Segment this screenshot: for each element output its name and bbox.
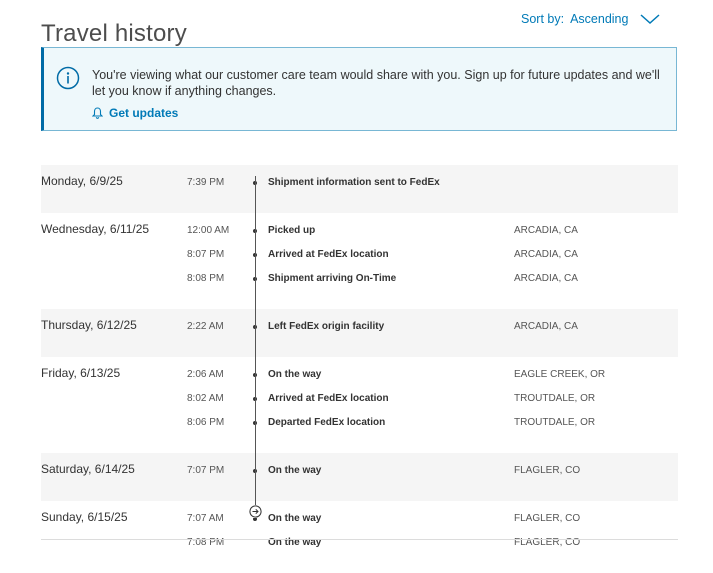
event-time: 2:06 AM <box>187 369 224 380</box>
event-location: TROUTDALE, OR <box>514 417 596 428</box>
history-row: 8:02 AM Arrived at FedEx location TROUTDAL… <box>41 393 678 417</box>
history-row: Thursday, 6/12/25 2:22 AM Left FedEx origi… <box>41 318 678 345</box>
info-icon <box>56 66 80 90</box>
history-day-group: Friday, 6/13/25 2:06 AM On the way EAGLE CR… <box>41 357 678 453</box>
event-location: FLAGLER, CO <box>514 465 581 476</box>
history-date: Sunday, 6/15/25 <box>41 510 128 524</box>
event-time: 12:00 AM <box>187 225 230 236</box>
event-time: 2:22 AM <box>187 321 224 332</box>
page-title: Travel history <box>41 20 187 48</box>
event-description: Arrived at FedEx location <box>268 393 389 404</box>
banner-message: You're viewing what our customer care te… <box>92 68 660 98</box>
history-row: Sunday, 6/15/25 7:07 AM On the way FLAGLER,… <box>41 510 678 537</box>
history-date: Thursday, 6/12/25 <box>41 318 137 332</box>
event-time: 8:08 PM <box>187 273 225 284</box>
travel-history-list: Monday, 6/9/25 7:39 PM Shipment informatio… <box>41 165 678 573</box>
history-row: Saturday, 6/14/25 7:07 PM On the way FLAGLE… <box>41 462 678 489</box>
history-row: Monday, 6/9/25 7:39 PM Shipment informatio… <box>41 174 678 201</box>
arrow-right-circle-icon <box>249 505 262 518</box>
event-location: ARCADIA, CA <box>514 225 578 236</box>
history-row: 8:07 PM Arrived at FedEx location ARCADIA,… <box>41 249 678 273</box>
history-row: Friday, 6/13/25 2:06 AM On the way EAGLE CR… <box>41 366 678 393</box>
history-day-group: Saturday, 6/14/25 7:07 PM On the way FLAGLE… <box>41 453 678 501</box>
info-banner: You're viewing what our customer care te… <box>41 47 677 131</box>
event-location: TROUTDALE, OR <box>514 393 596 404</box>
history-date: Monday, 6/9/25 <box>41 174 123 188</box>
history-day-group: Sunday, 6/15/25 7:07 AM On the way FLAGLER,… <box>41 501 678 573</box>
sort-control[interactable]: Sort by: Ascending <box>521 12 660 26</box>
event-description: On the way <box>268 465 322 476</box>
divider <box>41 539 678 540</box>
event-location: FLAGLER, CO <box>514 513 581 524</box>
history-date: Saturday, 6/14/25 <box>41 462 135 476</box>
event-location: ARCADIA, CA <box>514 321 578 332</box>
event-description: On the way <box>268 513 322 524</box>
event-description: Shipment arriving On-Time <box>268 273 397 284</box>
history-day-group: Thursday, 6/12/25 2:22 AM Left FedEx origi… <box>41 309 678 357</box>
history-row: 7:08 PM On the way FLAGLER, CO <box>41 537 678 561</box>
bell-icon <box>92 107 103 119</box>
event-time: 8:07 PM <box>187 249 225 260</box>
event-time: 7:39 PM <box>187 177 225 188</box>
event-description: Shipment information sent to FedEx <box>268 177 440 188</box>
event-time: 7:07 AM <box>187 513 224 524</box>
history-row: 8:08 PM Shipment arriving On-Time ARCADIA,… <box>41 273 678 297</box>
event-description: Picked up <box>268 225 316 236</box>
event-description: On the way <box>268 369 322 380</box>
history-date: Wednesday, 6/11/25 <box>41 222 150 236</box>
history-date: Friday, 6/13/25 <box>41 366 121 380</box>
history-row: Wednesday, 6/11/25 12:00 AM Picked up ARCAD… <box>41 222 678 249</box>
sort-value[interactable]: Ascending <box>570 12 628 26</box>
event-time: 8:02 AM <box>187 393 224 404</box>
chevron-down-icon[interactable] <box>640 13 660 25</box>
event-location: EAGLE CREEK, OR <box>514 369 606 380</box>
event-description: Departed FedEx location <box>268 417 386 428</box>
history-row: 8:06 PM Departed FedEx location TROUTDALE,… <box>41 417 678 441</box>
timeline-line <box>255 176 256 511</box>
event-time: 7:07 PM <box>187 465 225 476</box>
event-location: ARCADIA, CA <box>514 249 578 260</box>
history-day-group: Monday, 6/9/25 7:39 PM Shipment informatio… <box>41 165 678 213</box>
event-time: 8:06 PM <box>187 417 225 428</box>
event-location: ARCADIA, CA <box>514 273 578 284</box>
get-updates-link[interactable]: Get updates <box>92 106 178 120</box>
get-updates-label[interactable]: Get updates <box>109 106 178 120</box>
sort-label: Sort by: <box>521 12 565 26</box>
event-description: Left FedEx origin facility <box>268 321 385 332</box>
event-description: Arrived at FedEx location <box>268 249 389 260</box>
history-day-group: Wednesday, 6/11/25 12:00 AM Picked up ARCAD… <box>41 213 678 309</box>
